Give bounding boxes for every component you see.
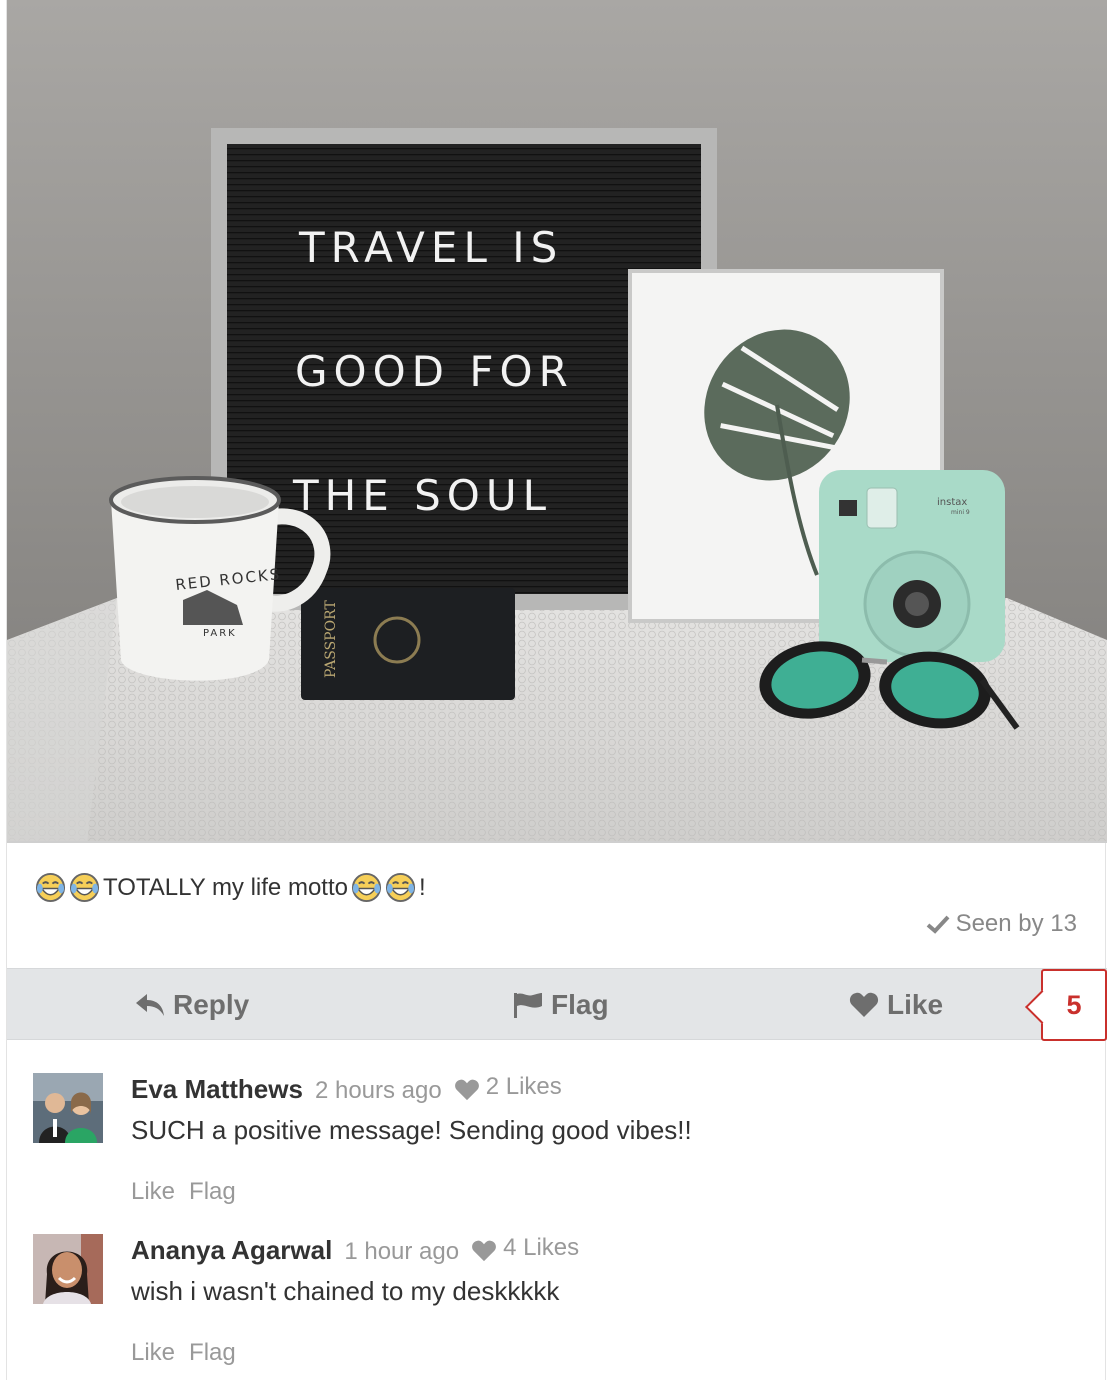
- comment-likes: 2 Likes: [454, 1073, 562, 1101]
- comment-flag-link[interactable]: Flag: [189, 1178, 236, 1206]
- heart-icon: [472, 1240, 497, 1262]
- mug-subtext: PARK: [203, 628, 237, 639]
- post-photo[interactable]: TRAVEL IS GOOD FOR THE SOUL instax mini …: [7, 0, 1107, 843]
- post-card: TRAVEL IS GOOD FOR THE SOUL instax mini …: [6, 0, 1107, 1380]
- seen-by-indicator: Seen by 13: [926, 910, 1077, 938]
- comment-timestamp: 2 hours ago: [314, 1077, 442, 1104]
- board-line-2: GOOD FOR: [295, 347, 574, 396]
- comment-likes-label: 2 Likes: [485, 1073, 562, 1100]
- letter-board-text: TRAVEL IS GOOD FOR THE SOUL: [292, 223, 574, 520]
- comment-author[interactable]: Eva Matthews: [131, 1074, 303, 1105]
- reply-button[interactable]: Reply: [135, 969, 249, 1041]
- board-line-3: THE SOUL: [292, 471, 552, 520]
- tears-of-joy-emoji-icon: [385, 872, 415, 903]
- like-count-badge: 5: [1041, 969, 1107, 1041]
- post-caption: TOTALLY my life motto !: [35, 872, 426, 903]
- comment-flag-link[interactable]: Flag: [189, 1339, 236, 1367]
- avatar[interactable]: [33, 1073, 103, 1143]
- comment-timestamp: 1 hour ago: [344, 1238, 460, 1265]
- comment-text: wish i wasn't chained to my deskkkkk: [131, 1276, 560, 1306]
- flag-label: Flag: [551, 989, 609, 1020]
- heart-icon: [454, 1079, 479, 1101]
- check-icon: [926, 915, 950, 934]
- camera-model: mini 9: [951, 509, 970, 516]
- caption-suffix: !: [418, 873, 426, 901]
- like-button[interactable]: Like: [849, 969, 943, 1041]
- reply-arrow-icon: [136, 994, 164, 1016]
- comment-likes-label: 4 Likes: [503, 1234, 580, 1261]
- comment-likes: 4 Likes: [471, 1234, 579, 1262]
- comment-actions: Like Flag: [131, 1339, 579, 1367]
- like-label: Like: [887, 989, 944, 1020]
- board-line-1: TRAVEL IS: [298, 223, 563, 272]
- comment-like-link[interactable]: Like: [131, 1178, 175, 1206]
- tears-of-joy-emoji-icon: [35, 872, 66, 903]
- flag-icon: [514, 993, 542, 1018]
- seen-by-label: Seen by 13: [955, 910, 1077, 937]
- flag-button[interactable]: Flag: [513, 969, 609, 1041]
- comment-text: SUCH a positive message! Sending good vi…: [131, 1115, 692, 1145]
- tears-of-joy-emoji-icon: [69, 872, 100, 903]
- avatar[interactable]: [33, 1234, 103, 1304]
- comment-actions: Like Flag: [131, 1178, 692, 1206]
- passport-label: PASSPORT: [323, 600, 339, 678]
- heart-icon: [849, 992, 879, 1017]
- post-action-bar: Reply Flag Like: [7, 968, 1107, 1040]
- comment-like-link[interactable]: Like: [131, 1339, 175, 1367]
- like-count: 5: [1066, 989, 1082, 1020]
- tears-of-joy-emoji-icon: [351, 872, 381, 903]
- comment-author[interactable]: Ananya Agarwal: [131, 1235, 332, 1266]
- caption-text: TOTALLY my life motto: [103, 873, 348, 901]
- camera-brand: instax: [937, 497, 967, 508]
- reply-label: Reply: [173, 989, 250, 1020]
